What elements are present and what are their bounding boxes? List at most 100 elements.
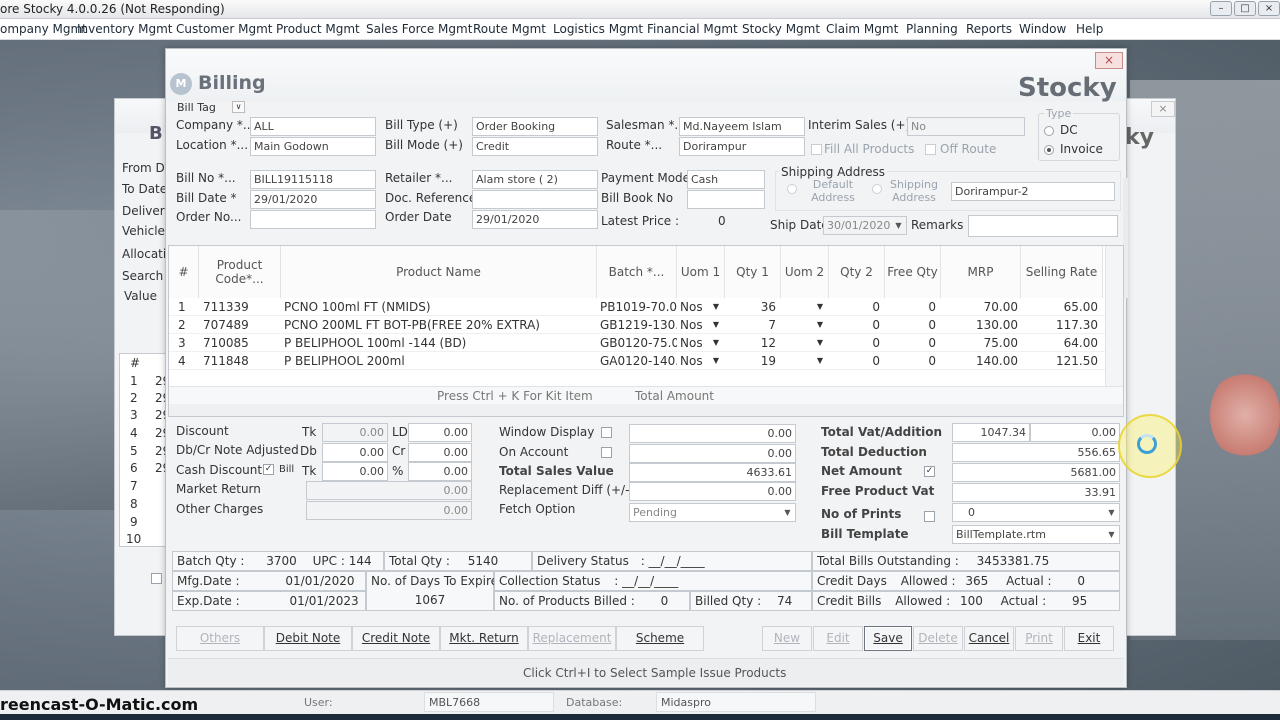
chevron-down-icon[interactable]: ▼ [813, 334, 827, 352]
row-selling-rate[interactable]: 121.50 [1021, 352, 1101, 370]
row-selling-rate[interactable]: 65.00 [1021, 298, 1101, 316]
fill-all-products-checkbox[interactable] [811, 144, 822, 155]
cash-pct-field[interactable]: 0.00 [408, 462, 472, 481]
grid-header-batch[interactable]: Batch *... [597, 246, 677, 298]
type-dc-radio[interactable] [1044, 126, 1054, 136]
payment-mode-field[interactable]: Cash [687, 170, 765, 189]
minimize-icon[interactable]: – [1210, 1, 1232, 16]
menu-sales-force[interactable]: Sales Force Mgmt [366, 22, 472, 36]
row-free-qty[interactable]: 0 [885, 316, 939, 334]
chevron-down-icon[interactable]: ▼ [709, 316, 723, 334]
doc-reference-field[interactable] [472, 190, 598, 209]
row-qty1[interactable]: 7 [725, 316, 779, 334]
menu-claim[interactable]: Claim Mgmt [826, 22, 898, 36]
chevron-down-icon[interactable]: ▼ [813, 298, 827, 316]
row-qty1[interactable]: 12 [725, 334, 779, 352]
chevron-down-icon[interactable]: ▼ [709, 334, 723, 352]
edit-button[interactable]: Edit [813, 626, 863, 651]
row-free-qty[interactable]: 0 [885, 298, 939, 316]
menu-company[interactable]: ompany Mgmt [0, 22, 87, 36]
menu-route[interactable]: Route Mgmt [473, 22, 546, 36]
menu-stocky[interactable]: Stocky Mgmt [742, 22, 820, 36]
menu-window[interactable]: Window [1019, 22, 1066, 36]
on-account-field[interactable]: 0.00 [629, 444, 796, 463]
table-row[interactable]: 4 711848 P BELIPHOOL 200ml GA0120-140.0 … [169, 352, 1105, 370]
chevron-down-icon[interactable]: ▼ [892, 219, 905, 232]
grid-header-code[interactable]: Product Code*... [199, 246, 281, 298]
row-code[interactable]: 710085 [200, 334, 280, 352]
bill-template-select[interactable]: BillTemplate.rtm ▼ [952, 525, 1120, 544]
row-name[interactable]: P BELIPHOOL 200ml [281, 352, 597, 370]
route-field[interactable]: Dorirampur [679, 137, 805, 156]
no-of-prints-checkbox[interactable] [924, 511, 935, 522]
other-charges-field[interactable]: 0.00 [306, 501, 472, 520]
row-code[interactable]: 711848 [200, 352, 280, 370]
back-checkbox[interactable] [151, 573, 162, 584]
row-code[interactable]: 711339 [200, 298, 280, 316]
table-row[interactable]: 3 710085 P BELIPHOOL 100ml -144 (BD) GB0… [169, 334, 1105, 352]
table-row[interactable]: 2 707489 PCNO 200ML FT BOT-PB(FREE 20% E… [169, 316, 1105, 334]
no-of-prints-select[interactable]: 0 ▼ [952, 503, 1120, 522]
bill-date-field[interactable]: 29/01/2020 [250, 190, 376, 209]
menu-financial[interactable]: Financial Mgmt [647, 22, 738, 36]
save-button[interactable]: Save [864, 626, 912, 651]
grid-header-selling-rate[interactable]: Selling Rate [1021, 246, 1103, 298]
mkt-return-button[interactable]: Mkt. Return [440, 626, 528, 651]
window-display-field[interactable]: 0.00 [629, 424, 796, 443]
grid-scrollbar[interactable] [1105, 246, 1123, 386]
retailer-field[interactable]: Alam store ( 2) [472, 170, 598, 189]
row-mrp[interactable]: 75.00 [941, 334, 1021, 352]
remarks-field[interactable] [968, 215, 1118, 237]
row-uom1[interactable]: Nos [677, 316, 711, 334]
grid-header-name[interactable]: Product Name [281, 246, 597, 298]
exit-button[interactable]: Exit [1064, 626, 1114, 651]
others-button[interactable]: Others [176, 626, 264, 651]
off-route-checkbox[interactable] [925, 144, 936, 155]
row-name[interactable]: PCNO 200ML FT BOT-PB(FREE 20% EXTRA) [281, 316, 597, 334]
bill-book-field[interactable] [687, 190, 765, 209]
cancel-button[interactable]: Cancel [964, 626, 1014, 651]
close-app-icon[interactable]: × [1258, 1, 1280, 16]
interim-sales-field[interactable]: No [907, 117, 1025, 136]
bill-no-field[interactable]: BILL19115118 [250, 170, 376, 189]
chevron-down-icon[interactable]: ▼ [1105, 528, 1118, 541]
cash-discount-checkbox[interactable]: ✓ [263, 464, 274, 475]
bill-mode-field[interactable]: Credit [472, 137, 598, 156]
row-mrp[interactable]: 140.00 [941, 352, 1021, 370]
default-address-radio[interactable] [787, 184, 797, 194]
row-free-qty[interactable]: 0 [885, 334, 939, 352]
row-name[interactable]: P BELIPHOOL 100ml -144 (BD) [281, 334, 597, 352]
net-amount-checkbox[interactable]: ✓ [924, 466, 935, 477]
grid-header-uom1[interactable]: Uom 1 [677, 246, 725, 298]
cash-tk-field[interactable]: 0.00 [322, 462, 388, 481]
row-uom1[interactable]: Nos [677, 352, 711, 370]
location-field[interactable]: Main Godown [250, 137, 376, 156]
market-return-field[interactable]: 0.00 [306, 481, 472, 500]
row-batch[interactable]: PB1019-70.00 [597, 298, 677, 316]
delete-button[interactable]: Delete [913, 626, 963, 651]
chevron-down-icon[interactable]: ▼ [709, 352, 723, 370]
discount-tk-field[interactable]: 0.00 [322, 423, 388, 442]
order-date-field[interactable]: 29/01/2020 [472, 210, 598, 229]
row-qty2[interactable]: 0 [829, 352, 883, 370]
order-no-field[interactable] [250, 210, 376, 229]
row-free-qty[interactable]: 0 [885, 352, 939, 370]
back-close-icon[interactable]: × [1151, 101, 1175, 117]
grid-header-uom2[interactable]: Uom 2 [781, 246, 829, 298]
row-qty2[interactable]: 0 [829, 334, 883, 352]
row-mrp[interactable]: 130.00 [941, 316, 1021, 334]
db-field[interactable]: 0.00 [322, 443, 388, 462]
row-code[interactable]: 707489 [200, 316, 280, 334]
horizontal-scrollbar[interactable] [169, 404, 1123, 416]
menu-customer[interactable]: Customer Mgmt [176, 22, 272, 36]
table-row[interactable]: 1 711339 PCNO 100ml FT (NMIDS) PB1019-70… [169, 298, 1105, 316]
row-selling-rate[interactable]: 117.30 [1021, 316, 1101, 334]
credit-note-button[interactable]: Credit Note [352, 626, 440, 651]
row-qty2[interactable]: 0 [829, 316, 883, 334]
menu-planning[interactable]: Planning [906, 22, 958, 36]
shipping-address-field[interactable]: Dorirampur-2 [951, 182, 1115, 201]
bill-type-field[interactable]: Order Booking [472, 117, 598, 136]
row-uom1[interactable]: Nos [677, 298, 711, 316]
cr-field[interactable]: 0.00 [408, 443, 472, 462]
grid-header-mrp[interactable]: MRP [941, 246, 1021, 298]
